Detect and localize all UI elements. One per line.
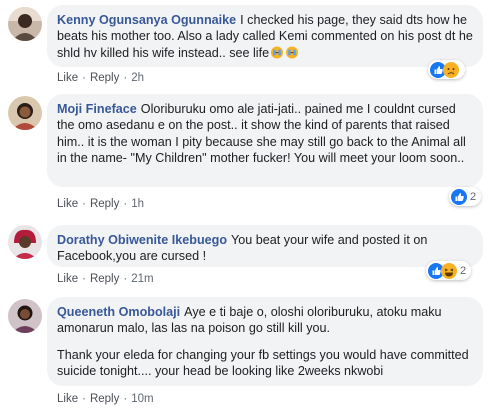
comment-author[interactable]: Kenny Ogunsanya Ogunnaike	[57, 13, 236, 27]
crying-face-icon	[286, 46, 299, 59]
woman-portrait-icon	[8, 96, 42, 130]
separator: ·	[123, 72, 128, 84]
comment-paragraph: Thank your eleda for changing your fb se…	[57, 347, 469, 378]
like-link[interactable]: Like	[57, 198, 78, 210]
comment-time[interactable]: 2h	[131, 72, 144, 84]
separator: ·	[82, 273, 86, 285]
avatar[interactable]	[8, 299, 42, 333]
separator: ·	[123, 393, 128, 405]
reply-link[interactable]: Reply	[90, 273, 119, 285]
comment-bubble: Queeneth Omobolaji Aye e ti baje o, olosh…	[47, 297, 483, 386]
comment-actions: Like · Reply · 2h	[57, 72, 144, 84]
avatar[interactable]	[8, 225, 42, 259]
comment-time[interactable]: 10m	[131, 393, 153, 405]
woman-portrait-icon	[8, 299, 42, 333]
haha-reaction-icon	[441, 262, 457, 279]
like-reaction-icon	[451, 188, 467, 205]
separator: ·	[82, 198, 86, 210]
comment-bubble: Dorathy Obiwenite Ikebuego You beat your …	[47, 225, 483, 267]
reply-link[interactable]: Reply	[90, 393, 119, 405]
reply-link[interactable]: Reply	[90, 72, 119, 84]
man-portrait-icon	[8, 7, 42, 41]
comment-author[interactable]: Queeneth Omobolaji	[57, 305, 180, 319]
separator: ·	[82, 72, 86, 84]
comment-time[interactable]: 21m	[131, 273, 153, 285]
comment-time[interactable]: 1h	[131, 198, 144, 210]
comment-bubble: Moji Fineface Oloriburuku omo ale jati-ja…	[47, 94, 483, 187]
comment-author[interactable]: Dorathy Obiwenite Ikebuego	[57, 233, 227, 247]
reply-link[interactable]: Reply	[90, 198, 119, 210]
reaction-summary[interactable]	[428, 60, 465, 79]
avatar[interactable]	[8, 7, 42, 41]
comment-paragraph: Queeneth Omobolaji Aye e ti baje o, olosh…	[57, 304, 473, 337]
comment-actions: Like · Reply · 21m	[57, 273, 154, 285]
separator: ·	[82, 393, 86, 405]
woman-red-portrait-icon	[8, 225, 42, 259]
separator: ·	[123, 273, 128, 285]
like-link[interactable]: Like	[57, 393, 78, 405]
like-link[interactable]: Like	[57, 273, 78, 285]
sad-reaction-icon	[443, 61, 459, 78]
reaction-count: 2	[460, 264, 467, 277]
separator: ·	[123, 198, 128, 210]
comment-actions: Like · Reply · 1h	[57, 198, 144, 210]
comment-author[interactable]: Moji Fineface	[57, 102, 137, 116]
avatar[interactable]	[8, 96, 42, 130]
like-link[interactable]: Like	[57, 72, 78, 84]
comment-bubble: Kenny Ogunsanya Ogunnaike I checked his p…	[47, 5, 483, 67]
reaction-count: 2	[470, 190, 477, 203]
reaction-summary[interactable]: 2	[449, 187, 482, 206]
comment-actions: Like · Reply · 10m	[57, 393, 154, 405]
reaction-summary[interactable]: 2	[426, 261, 472, 280]
crying-face-icon	[271, 46, 284, 59]
